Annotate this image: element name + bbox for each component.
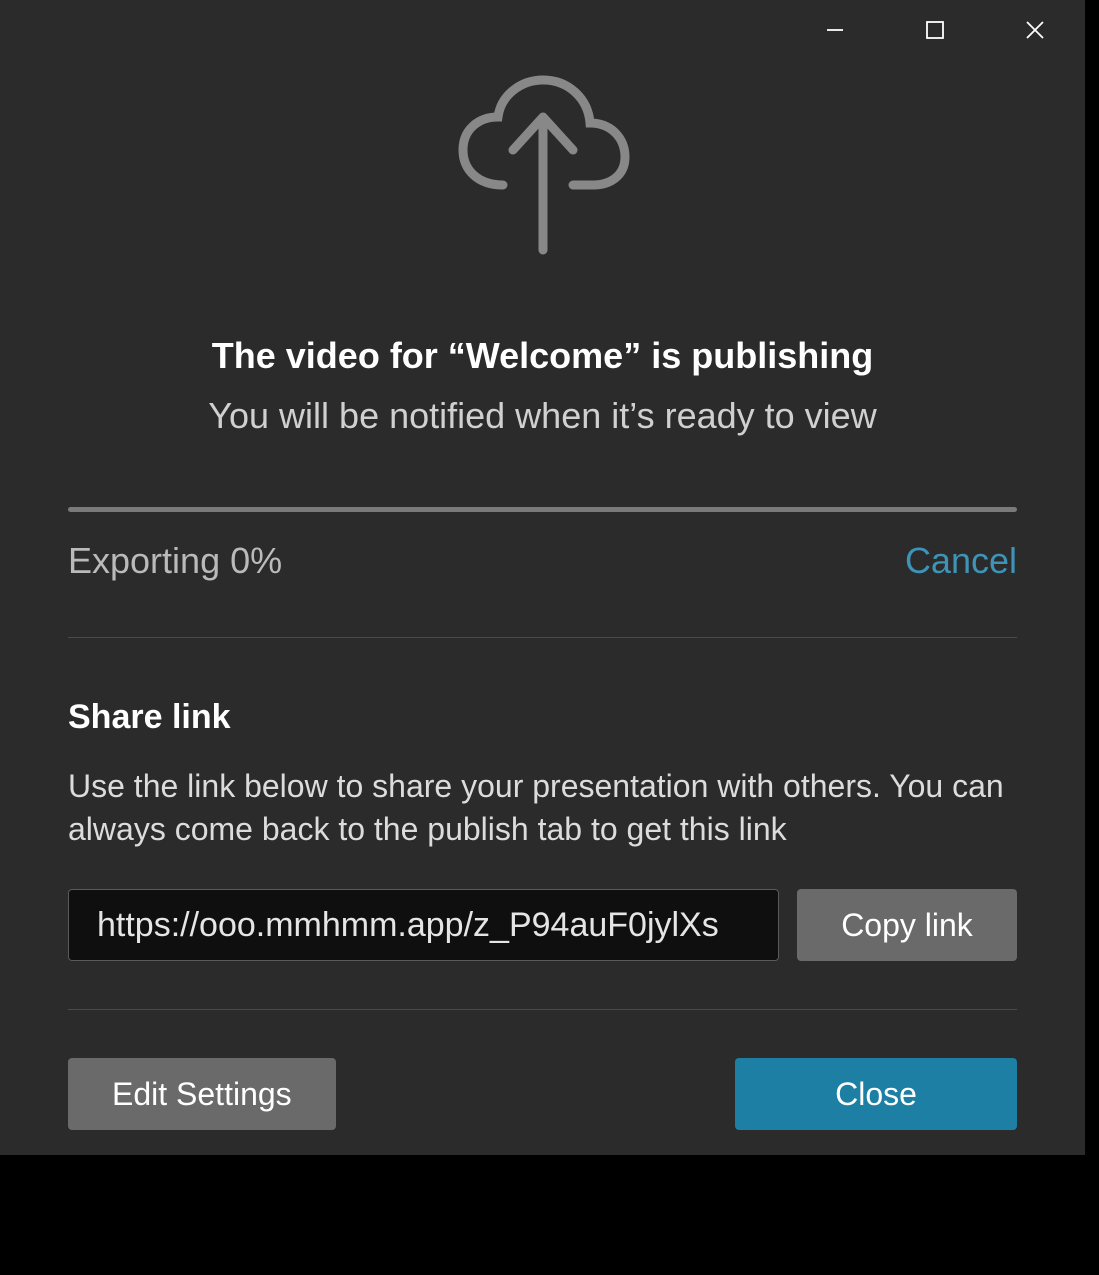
minimize-icon bbox=[825, 20, 845, 40]
share-link-row: Copy link bbox=[68, 889, 1017, 961]
section-divider-2 bbox=[68, 1009, 1017, 1010]
close-window-button[interactable] bbox=[985, 0, 1085, 60]
share-description: Use the link below to share your present… bbox=[68, 765, 1017, 851]
copy-link-button[interactable]: Copy link bbox=[797, 889, 1017, 961]
maximize-button[interactable] bbox=[885, 0, 985, 60]
section-divider bbox=[68, 637, 1017, 638]
window-right-edge bbox=[1085, 0, 1099, 1275]
progress-bar bbox=[68, 507, 1017, 512]
dialog-subtitle: You will be notified when it’s ready to … bbox=[208, 395, 876, 437]
close-button[interactable]: Close bbox=[735, 1058, 1017, 1130]
share-link-input[interactable] bbox=[68, 889, 779, 961]
minimize-button[interactable] bbox=[785, 0, 885, 60]
window-controls bbox=[785, 0, 1085, 60]
cloud-upload-icon-wrapper bbox=[443, 75, 643, 255]
footer-buttons: Edit Settings Close bbox=[68, 1058, 1017, 1130]
edit-settings-button[interactable]: Edit Settings bbox=[68, 1058, 336, 1130]
dialog-title: The video for “Welcome” is publishing bbox=[212, 335, 873, 377]
dialog-panel: The video for “Welcome” is publishing Yo… bbox=[0, 0, 1085, 1155]
share-heading: Share link bbox=[68, 698, 1017, 737]
share-section: Share link Use the link below to share y… bbox=[68, 698, 1017, 1130]
close-icon bbox=[1024, 19, 1046, 41]
maximize-icon bbox=[925, 20, 945, 40]
dialog-content: The video for “Welcome” is publishing Yo… bbox=[0, 0, 1085, 1130]
cloud-upload-icon bbox=[443, 75, 643, 255]
progress-row: Exporting 0% Cancel bbox=[68, 540, 1017, 582]
progress-label: Exporting 0% bbox=[68, 540, 282, 582]
cancel-link[interactable]: Cancel bbox=[905, 540, 1017, 582]
window-bottom-edge bbox=[0, 1155, 1099, 1275]
